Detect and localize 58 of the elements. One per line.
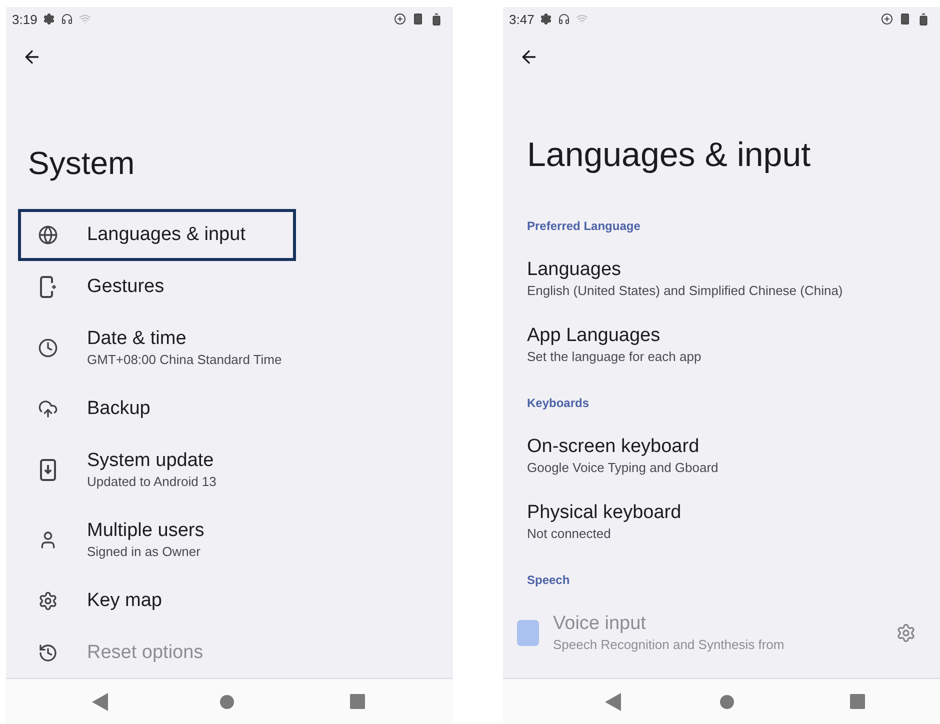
settings-item[interactable]: Physical keyboard Not connected xyxy=(503,489,940,555)
item-title: Date & time xyxy=(87,327,188,351)
item-title: Backup xyxy=(87,397,150,421)
item-title: Voice input xyxy=(553,612,647,636)
status-time: 3:47 xyxy=(509,12,534,26)
headphones-icon xyxy=(558,13,570,25)
page-title: System xyxy=(28,144,136,183)
clock-icon xyxy=(38,338,58,358)
phone-sparkle-icon xyxy=(39,276,57,298)
item-title: Gestures xyxy=(87,275,164,299)
settings-item[interactable]: Gestures xyxy=(18,261,296,313)
battery-icon xyxy=(430,12,443,26)
item-title: Multiple users xyxy=(87,519,204,543)
cloud-upload-icon xyxy=(38,399,58,419)
settings-item[interactable]: Multiple users Signed in as Owner xyxy=(18,505,296,575)
item-subtitle: Google Voice Typing and Gboard xyxy=(527,459,718,477)
item-title: Languages xyxy=(527,258,622,282)
item-title: Reset options xyxy=(87,641,204,665)
item-title: App Languages xyxy=(527,324,662,348)
item-subtitle: Set the language for each app xyxy=(527,348,702,366)
home-icon[interactable] xyxy=(220,694,234,708)
back-icon[interactable] xyxy=(605,692,621,710)
section-header: Keyboards xyxy=(526,395,590,412)
settings-item[interactable]: Key map xyxy=(18,575,296,627)
gear-icon xyxy=(43,13,56,25)
item-title: On-screen keyboard xyxy=(527,435,700,459)
settings-icon xyxy=(38,591,58,611)
item-subtitle: GMT+08:00 China Standard Time xyxy=(87,351,282,369)
page-title: Languages & input xyxy=(527,135,812,176)
item-subtitle: Not connected xyxy=(527,525,612,543)
settings-item[interactable]: Date & time GMT+08:00 China Standard Time xyxy=(18,313,296,383)
home-icon[interactable] xyxy=(720,694,734,708)
settings-item[interactable]: On-screen keyboard Google Voice Typing and Gboard xyxy=(503,423,940,489)
headphones-icon xyxy=(61,13,74,25)
section-header: Speech xyxy=(526,572,571,589)
battery-icon xyxy=(917,12,930,26)
item-title: Key map xyxy=(87,589,162,613)
gear-icon xyxy=(540,13,552,25)
status-time: 3:19 xyxy=(12,12,38,26)
item-subtitle: Speech Recognition and Synthesis from xyxy=(553,636,784,654)
settings-item[interactable]: System update Updated to Android 13 xyxy=(18,435,296,505)
section-header: Preferred Language xyxy=(526,218,642,235)
item-subtitle: English (United States) and Simplified Chinese (China) xyxy=(527,282,843,300)
history-icon xyxy=(38,643,58,663)
item-subtitle: Updated to Android 13 xyxy=(87,473,216,491)
settings-item[interactable]: Backup xyxy=(18,383,296,435)
item-title: System update xyxy=(87,449,215,473)
globe-icon xyxy=(38,225,58,245)
back-icon[interactable] xyxy=(92,692,108,710)
highlighted-settings-item[interactable]: Languages & input xyxy=(18,209,296,261)
item-subtitle: Signed in as Owner xyxy=(87,543,202,561)
item-title: Physical keyboard xyxy=(527,501,682,525)
app-icon xyxy=(517,620,539,646)
settings-item[interactable]: App Languages Set the language for each app xyxy=(503,312,940,378)
settings-item[interactable]: Languages English (United States) and Simplified Chinese (China) xyxy=(503,246,940,312)
item-title: Languages & input xyxy=(87,223,246,247)
settings-icon[interactable] xyxy=(896,623,916,643)
phone-download-icon xyxy=(40,459,56,481)
